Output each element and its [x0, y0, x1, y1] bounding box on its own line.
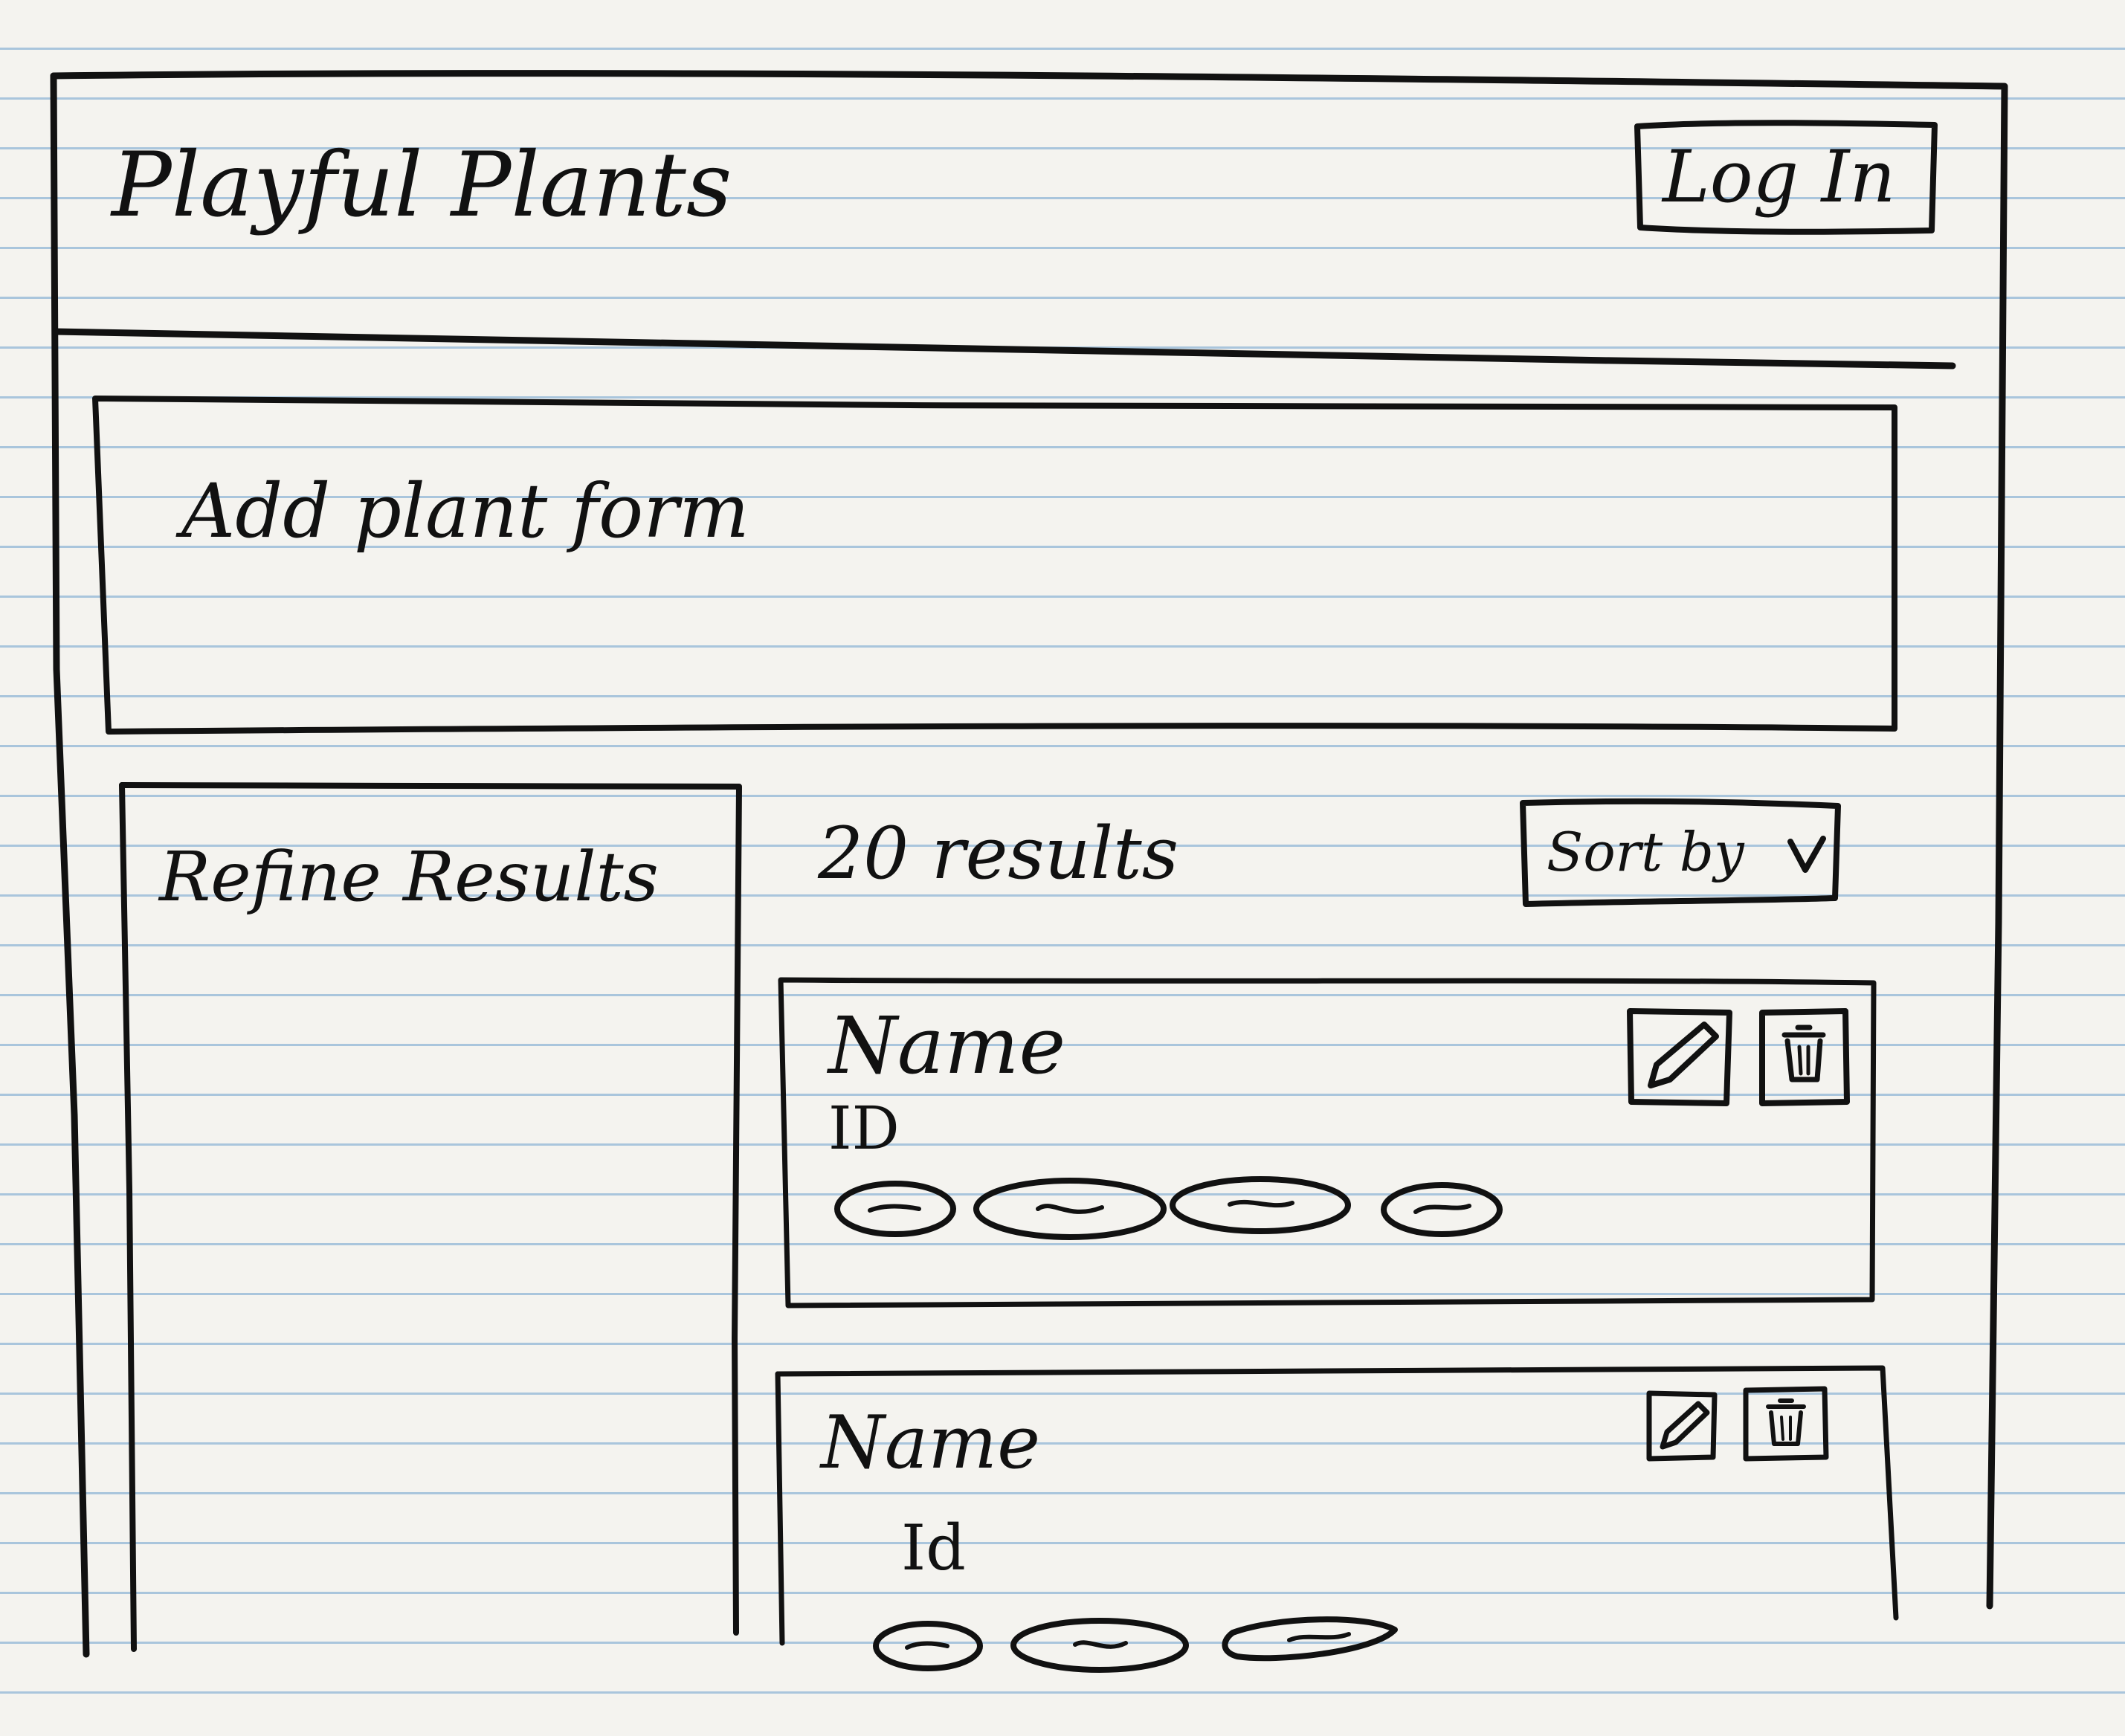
sort-by-label: Sort by	[1547, 821, 1744, 883]
add-plant-form[interactable]: Add plant form	[104, 407, 1889, 726]
results-count: 20 results	[818, 812, 1179, 895]
refine-results-sidebar: Refine Results	[131, 791, 732, 1639]
sort-by-dropdown[interactable]: Sort by	[1517, 797, 1844, 909]
plant-id: ID	[828, 1094, 900, 1163]
delete-button[interactable]	[1756, 1005, 1851, 1108]
add-plant-form-label: Add plant form	[181, 468, 749, 555]
pencil-icon	[1627, 1008, 1732, 1106]
app-title: Playful Plants	[112, 134, 732, 237]
pencil-icon	[1646, 1390, 1718, 1462]
tag-pill	[1222, 1616, 1398, 1662]
trash-icon	[1743, 1386, 1829, 1462]
plant-card[interactable]: Name Id	[787, 1375, 1880, 1736]
login-button-label: Log In	[1663, 135, 1896, 219]
plant-id: Id	[901, 1511, 966, 1584]
tag-pill	[973, 1178, 1167, 1240]
refine-results-title: Refine Results	[159, 837, 659, 917]
tag-pill	[873, 1621, 983, 1671]
delete-button[interactable]	[1740, 1384, 1831, 1463]
app-header: Playful Plants Log In	[59, 82, 1993, 327]
trash-icon	[1759, 1008, 1850, 1106]
plant-name: Name	[828, 1000, 1066, 1091]
plant-card[interactable]: Name ID	[790, 986, 1868, 1301]
tag-pill	[1010, 1618, 1189, 1673]
tag-pill	[1381, 1182, 1503, 1237]
chevron-down-icon	[1787, 836, 1826, 873]
edit-button[interactable]	[1624, 1005, 1735, 1109]
login-button[interactable]: Log In	[1627, 116, 1945, 241]
edit-button[interactable]	[1643, 1389, 1719, 1463]
tag-pill	[1170, 1176, 1351, 1234]
tag-pill	[834, 1181, 956, 1237]
plant-name: Name	[821, 1401, 1041, 1485]
